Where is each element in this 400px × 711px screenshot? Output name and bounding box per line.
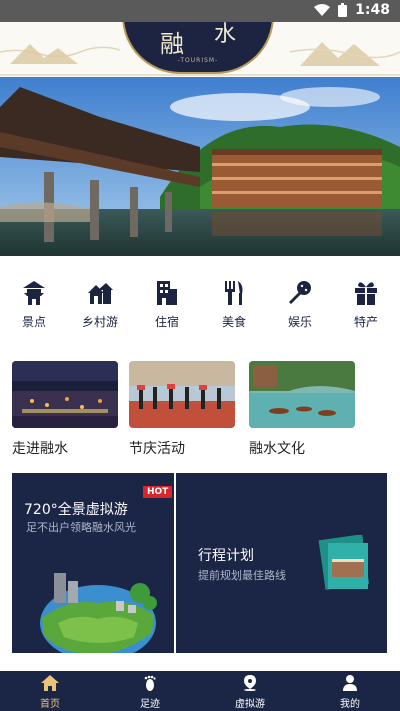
vr-tour-title: 720°全景虚拟游 [24, 502, 128, 518]
category-label: 景点 [21, 315, 46, 329]
app-screen: 1:48 融 水 -TOURISM- 景点 乡村游 住宿 美食 娱乐 特产 走进… [0, 0, 400, 711]
header-banner: 融 水 -TOURISM- [0, 22, 400, 77]
status-time: 1:48 [355, 2, 390, 18]
category-lodging[interactable]: 住宿 [137, 278, 197, 338]
hero-banner-image[interactable] [0, 77, 400, 256]
battery-icon [338, 3, 348, 17]
fork-knife-icon [220, 280, 248, 306]
itinerary-subtitle: 提前规划最佳路线 [198, 569, 286, 582]
category-nav: 景点 乡村游 住宿 美食 娱乐 特产 [0, 278, 400, 338]
category-rural-tour[interactable]: 乡村游 [70, 278, 130, 338]
pagoda-icon [20, 280, 48, 306]
category-label: 特产 [353, 315, 378, 329]
category-label: 美食 [221, 315, 246, 329]
nav-label: 首页 [40, 699, 60, 710]
tile-label-culture[interactable]: 融水文化 [249, 438, 305, 458]
logo-char-2: 水 [214, 22, 237, 47]
category-food[interactable]: 美食 [204, 278, 264, 338]
tile-image-intro[interactable] [12, 361, 118, 428]
nav-profile[interactable]: 我的 [300, 671, 400, 711]
category-scenic[interactable]: 景点 [4, 278, 64, 338]
footprint-icon [141, 675, 159, 691]
hotel-building-icon [153, 280, 181, 306]
nav-label: 虚拟游 [235, 699, 265, 710]
vr-tour-card[interactable]: 720°全景虚拟游 HOT 足不出户领略融水风光 [12, 473, 174, 653]
globe-illustration [40, 573, 157, 653]
tile-image-festival[interactable] [129, 361, 235, 428]
tile-label-festival[interactable]: 节庆活动 [129, 438, 185, 458]
category-label: 住宿 [154, 315, 179, 329]
tile-image-culture[interactable] [249, 361, 355, 428]
nav-home[interactable]: 首页 [0, 671, 100, 711]
category-label: 娱乐 [287, 315, 312, 329]
nav-virtual-tour[interactable]: 虚拟游 [200, 671, 300, 711]
category-label: 乡村游 [81, 315, 118, 329]
nav-label: 足迹 [140, 699, 160, 710]
wifi-icon [314, 4, 331, 16]
vr-tour-subtitle: 足不出户领略融水风光 [26, 521, 136, 534]
gift-icon [352, 280, 380, 306]
user-icon [341, 675, 359, 691]
itinerary-card[interactable]: 行程计划 提前规划最佳路线 [176, 473, 387, 653]
tile-label-intro[interactable]: 走进融水 [12, 438, 68, 458]
home-icon [41, 675, 59, 691]
nav-footprint[interactable]: 足迹 [100, 671, 200, 711]
itinerary-book-illustration [318, 535, 370, 590]
village-house-icon [86, 280, 114, 306]
microphone-icon [286, 280, 314, 306]
status-bar: 1:48 [0, 0, 400, 22]
nav-label: 我的 [340, 699, 360, 710]
category-specialty[interactable]: 特产 [336, 278, 396, 338]
logo-char-1: 融 [160, 30, 184, 58]
bottom-nav: 首页 足迹 虚拟游 我的 [0, 671, 400, 711]
hot-badge: HOT [143, 486, 173, 498]
location-pin-icon [241, 675, 259, 691]
itinerary-title: 行程计划 [198, 548, 254, 564]
logo-subtitle: -TOURISM- [177, 57, 219, 64]
category-entertainment[interactable]: 娱乐 [270, 278, 330, 338]
